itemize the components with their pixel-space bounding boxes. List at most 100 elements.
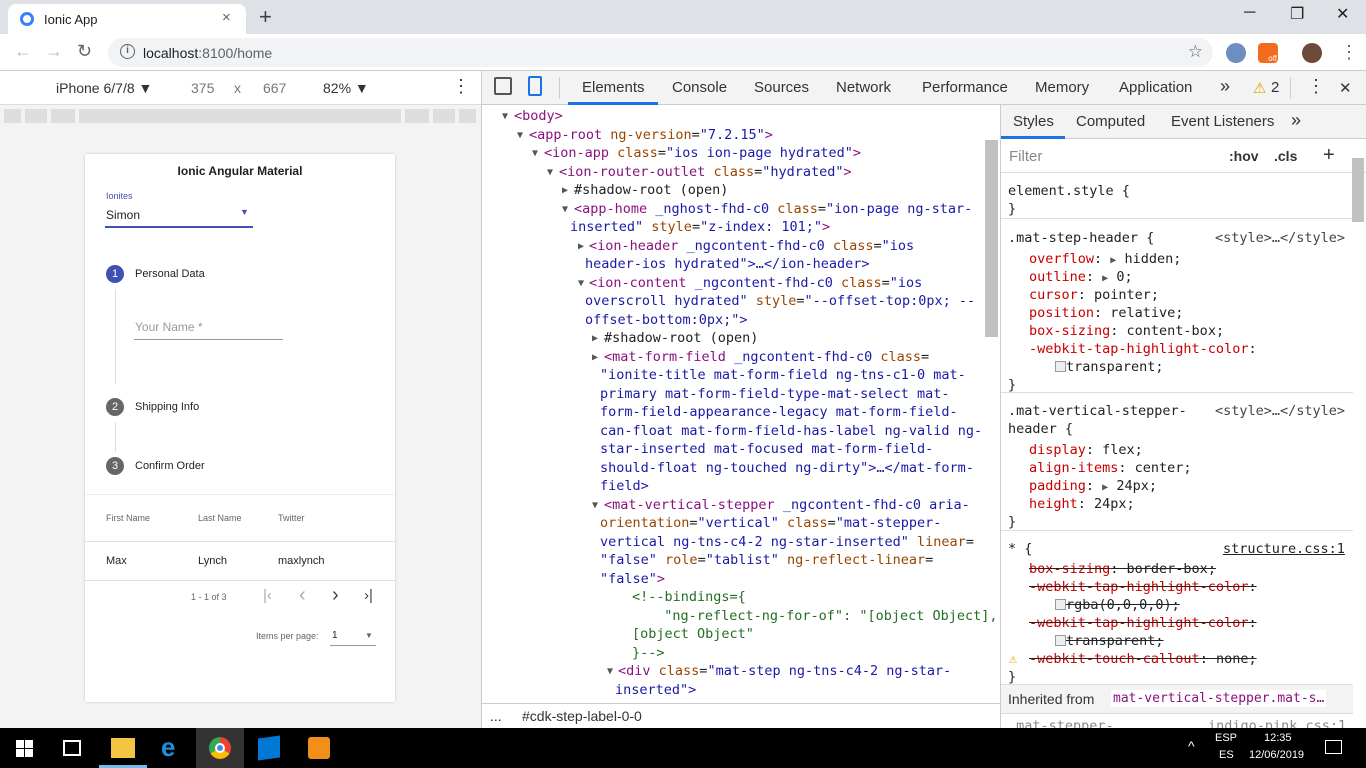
dom-node-line[interactable]: offset-bottom:0px;">: [585, 311, 748, 329]
dom-node-line[interactable]: <!--bindings={: [632, 588, 746, 606]
dom-node-line[interactable]: header-ios hydrated">…</ion-header>: [585, 255, 870, 273]
url-text[interactable]: localhost:8100/home: [143, 45, 272, 61]
extension-icon[interactable]: [1226, 43, 1246, 63]
step-label-shipping-info[interactable]: Shipping Info: [135, 401, 199, 413]
dom-node-line[interactable]: "ionite-title mat-form-field ng-tns-c1-0…: [600, 366, 966, 384]
expand-arrow-icon[interactable]: ▶: [578, 238, 584, 256]
tab-performance[interactable]: Performance: [922, 79, 1008, 96]
style-declaration[interactable]: height: 24px;: [1029, 495, 1135, 513]
zoom-select[interactable]: 82% ▼: [323, 80, 369, 96]
device-height-input[interactable]: 667: [263, 80, 286, 96]
media-bar-segment[interactable]: [4, 109, 21, 123]
dom-node-line[interactable]: primary mat-form-field-type-mat-select m…: [600, 385, 950, 403]
windows-start-icon[interactable]: [16, 740, 33, 757]
style-declaration[interactable]: * {: [1008, 540, 1032, 558]
dom-node-line[interactable]: <ion-router-outlet class="hydrated">: [559, 163, 852, 181]
select-arrow-icon[interactable]: ▼: [240, 207, 249, 217]
inherited-element[interactable]: mat-vertical-stepper.mat-s…: [1111, 690, 1327, 707]
maximize-button[interactable]: ❐: [1290, 4, 1304, 24]
file-explorer-icon[interactable]: [111, 738, 135, 758]
site-info-icon[interactable]: i: [120, 44, 135, 59]
dom-node-line[interactable]: }-->: [632, 644, 665, 662]
media-query-bar[interactable]: [0, 105, 481, 127]
back-button[interactable]: ←: [14, 41, 32, 62]
expand-arrow-icon[interactable]: ▼: [517, 127, 523, 145]
style-declaration[interactable]: rgba(0,0,0,0);: [1055, 596, 1180, 614]
close-window-button[interactable]: ✕: [1336, 4, 1349, 24]
expand-arrow-icon[interactable]: ▶: [592, 349, 598, 367]
styles-scrollbar[interactable]: [1352, 158, 1364, 222]
minimize-button[interactable]: ─: [1244, 4, 1255, 22]
device-toggle-icon[interactable]: [528, 76, 542, 96]
style-declaration[interactable]: -webkit-tap-highlight-color:: [1029, 340, 1257, 358]
dom-node-line[interactable]: <mat-vertical-stepper _ngcontent-fhd-c0 …: [604, 496, 970, 514]
style-declaration[interactable]: position: relative;: [1029, 304, 1183, 322]
dom-node-line[interactable]: <div class="mat-step ng-tns-c4-2 ng-star…: [618, 662, 951, 680]
hov-toggle[interactable]: :hov: [1229, 148, 1259, 164]
tab-application[interactable]: Application: [1119, 79, 1192, 96]
step-label-confirm-order[interactable]: Confirm Order: [135, 460, 205, 472]
media-bar-segment[interactable]: [433, 109, 455, 123]
next-page-icon[interactable]: ›: [332, 584, 339, 607]
media-bar-segment[interactable]: [459, 109, 476, 123]
sublime-icon[interactable]: [308, 737, 330, 759]
dom-node-line[interactable]: <app-root ng-version="7.2.15">: [529, 126, 773, 144]
devtools-close-icon[interactable]: ✕: [1339, 79, 1352, 97]
language-code[interactable]: ESP: [1215, 732, 1237, 744]
dom-node-line[interactable]: <app-home _nghost-fhd-c0 class="ion-page…: [574, 200, 972, 218]
inspect-element-icon[interactable]: [494, 77, 512, 95]
add-rule-icon[interactable]: +: [1323, 144, 1335, 167]
dom-node-line[interactable]: star-inserted mat-focused mat-form-field…: [600, 440, 933, 458]
media-bar-segment[interactable]: [51, 109, 75, 123]
dom-node-line[interactable]: #shadow-root (open): [604, 329, 758, 347]
dom-node-line[interactable]: form-field-appearance-legacy mat-form-fi…: [600, 403, 958, 421]
media-bar-segment[interactable]: [25, 109, 47, 123]
reload-button[interactable]: ↻: [77, 41, 92, 62]
style-declaration[interactable]: .mat-vertical-stepper-: [1008, 402, 1187, 420]
clock-date[interactable]: 12/06/2019: [1249, 749, 1304, 761]
notification-icon[interactable]: [1325, 740, 1342, 754]
style-declaration[interactable]: padding: ▶ 24px;: [1029, 477, 1157, 497]
step-number[interactable]: 2: [106, 398, 124, 416]
dom-node-line[interactable]: vertical ng-tns-c4-2 ng-star-inserted" l…: [600, 533, 974, 551]
tab-computed[interactable]: Computed: [1076, 113, 1145, 130]
chrome-taskbar-button[interactable]: [196, 728, 244, 768]
breadcrumb-more[interactable]: ...: [490, 708, 502, 724]
new-tab-button[interactable]: +: [259, 4, 272, 30]
dom-node-line[interactable]: <ion-header _ngcontent-fhd-c0 class="ios: [589, 237, 914, 255]
dom-node-line[interactable]: <mat-form-field _ngcontent-fhd-c0 class=: [604, 348, 929, 366]
step-label-personal-data[interactable]: Personal Data: [135, 268, 205, 280]
style-declaration[interactable]: display: flex;: [1029, 441, 1143, 459]
style-declaration[interactable]: -webkit-tap-highlight-color:: [1029, 578, 1257, 596]
dom-node-line[interactable]: <body>: [514, 107, 563, 125]
tab-console[interactable]: Console: [672, 79, 727, 96]
more-tabs-icon[interactable]: »: [1220, 76, 1230, 97]
dom-node-line[interactable]: field>: [600, 477, 649, 495]
profile-avatar[interactable]: [1302, 43, 1322, 63]
dom-node-line[interactable]: #shadow-root (open): [574, 181, 728, 199]
style-declaration[interactable]: .mat-step-header {: [1008, 229, 1154, 247]
address-bar[interactable]: i localhost:8100/home ☆: [108, 38, 1213, 67]
tab-event-listeners[interactable]: Event Listeners: [1171, 113, 1274, 130]
filter-input[interactable]: Filter: [1009, 148, 1042, 165]
dom-node-line[interactable]: inserted">: [615, 681, 696, 699]
tray-caret-icon[interactable]: ^: [1188, 738, 1195, 754]
warning-icon[interactable]: ⚠: [1253, 79, 1266, 97]
clock-time[interactable]: 12:35: [1264, 732, 1292, 744]
dom-node-line[interactable]: "ng-reflect-ng-for-of": "[object Object]…: [648, 607, 997, 625]
dom-node-line[interactable]: [object Object": [632, 625, 754, 643]
warning-count[interactable]: 2: [1271, 79, 1279, 96]
dom-node-line[interactable]: "false">: [600, 570, 665, 588]
expand-arrow-icon[interactable]: ▼: [532, 145, 538, 163]
tab-network[interactable]: Network: [836, 79, 891, 96]
style-declaration[interactable]: box-sizing: border-box;: [1029, 560, 1216, 578]
chrome-menu-icon[interactable]: ⋮: [1340, 42, 1358, 63]
style-declaration[interactable]: <style>…</style>: [1215, 229, 1345, 247]
device-width-input[interactable]: 375: [191, 80, 214, 96]
prev-page-icon[interactable]: ‹: [299, 584, 306, 607]
elements-scrollbar[interactable]: [985, 140, 998, 337]
expand-arrow-icon[interactable]: ▼: [578, 275, 584, 293]
last-page-icon[interactable]: ›|: [364, 587, 373, 604]
dom-node-line[interactable]: overscroll hydrated" style="--offset-top…: [585, 292, 975, 310]
dom-node-line[interactable]: <ion-app class="ios ion-page hydrated">: [544, 144, 861, 162]
